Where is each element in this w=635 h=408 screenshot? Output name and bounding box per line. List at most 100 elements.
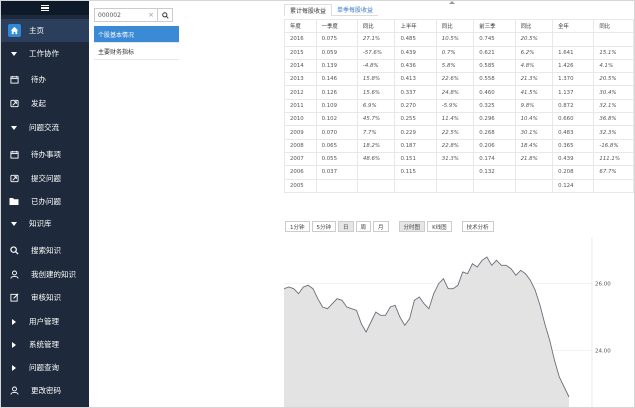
table-cell: 7.7%: [356, 125, 396, 140]
sidebar-item[interactable]: 提交问题: [1, 167, 89, 190]
table-cell: 15.8%: [356, 72, 396, 87]
table-cell: 22.6%: [435, 72, 475, 87]
app-window: 主页 工作协作待办 发起 问题交流待办事项提交问题已办问题 知识库搜索知识 我创建的知识审…: [0, 0, 635, 408]
table-cell: 15.1%: [593, 45, 634, 60]
sidebar-item-label: 提交问题: [31, 174, 61, 183]
home-icon: [5, 24, 23, 37]
triangle-down-icon: [5, 51, 23, 56]
sidebar-item[interactable]: 我创建的知识: [1, 263, 89, 286]
sidebar-item[interactable]: 系统管理: [1, 333, 89, 356]
table-cell: 0.126: [315, 85, 358, 100]
period-week-button[interactable]: 周: [355, 221, 372, 232]
table-cell: 0.621: [473, 45, 516, 60]
table-cell: 0.439: [394, 45, 437, 60]
table-cell: 0.206: [473, 138, 516, 153]
sidebar-item[interactable]: 问题交流: [1, 116, 89, 139]
table-row: 2008 0.065 18.2% 0.187 22.8% 0.206 18.4% 0.365-…: [284, 138, 634, 153]
sidebar-item[interactable]: 主页: [1, 19, 89, 42]
view-intraday-button[interactable]: 分时图: [398, 221, 426, 232]
table-header: 上半年: [394, 18, 437, 34]
table-cell: [593, 178, 634, 193]
sidebar-item[interactable]: 发起: [1, 92, 89, 115]
sidebar-item-label: 问题查询: [29, 363, 59, 372]
price-area: [284, 257, 569, 407]
stock-menu: 个股基本情况 主要财务指标: [94, 26, 179, 60]
edit-icon: [5, 293, 23, 302]
table-cell: 2006: [284, 165, 317, 180]
table-cell: [552, 32, 595, 47]
sidebar-toggle[interactable]: [1, 1, 89, 15]
table-cell: 0.872: [552, 98, 595, 114]
period-day-button[interactable]: 日: [338, 221, 354, 232]
table-cell: [514, 178, 554, 193]
stock-menu-financial[interactable]: 主要财务指标: [94, 43, 179, 60]
table-cell: 21.8%: [514, 151, 554, 167]
table-cell: 36.8%: [593, 112, 634, 127]
clear-icon[interactable]: ×: [148, 11, 154, 19]
sidebar-item[interactable]: 审核知识: [1, 286, 89, 309]
table-cell: 0.132: [473, 165, 516, 180]
folder-icon: [5, 197, 23, 206]
table-cell: 0.460: [473, 85, 516, 100]
sidebar-item[interactable]: 工作协作: [1, 42, 89, 65]
triangle-right-icon: [5, 318, 23, 325]
table-cell: 0.146: [315, 72, 358, 87]
table-cell: 0.055: [315, 151, 358, 167]
search-button[interactable]: [158, 8, 173, 22]
table-cell: 30.4%: [593, 85, 634, 100]
table-cell: 0.070: [315, 125, 358, 140]
table-cell: 15.6%: [356, 85, 396, 100]
stock-menu-basic-info[interactable]: 个股基本情况: [94, 26, 179, 43]
period-month-button[interactable]: 月: [373, 221, 389, 232]
sidebar-item[interactable]: 待办: [1, 68, 89, 91]
table-cell: 2010: [284, 112, 317, 127]
table-cell: [435, 178, 475, 193]
sidebar-item[interactable]: 知识库: [1, 212, 89, 235]
scroll-up-icon[interactable]: [449, 1, 455, 4]
table-cell: 0.115: [394, 165, 437, 180]
table-cell: [356, 178, 396, 193]
technical-analysis-button[interactable]: 技术分析: [461, 221, 494, 232]
table-cell: 6.9%: [356, 98, 396, 114]
eps-tabs: 累计每股收益 单季每股收益: [284, 4, 379, 16]
tab-quarterly-eps[interactable]: 单季每股收益: [332, 4, 379, 16]
table-header: 同比: [435, 18, 475, 34]
period-5min-button[interactable]: 5分钟: [311, 221, 336, 232]
period-1min-button[interactable]: 1分钟: [285, 221, 310, 232]
table-cell: -5.9%: [435, 98, 475, 114]
sidebar-item[interactable]: 问题查询: [1, 356, 89, 379]
sidebar-item[interactable]: 更改密码: [1, 379, 89, 402]
table-cell: 0.436: [394, 58, 437, 74]
price-chart: 26.00 24.00: [284, 237, 611, 407]
view-kline-button[interactable]: K线图: [427, 221, 452, 232]
sidebar-item[interactable]: 用户管理: [1, 310, 89, 333]
sidebar-item[interactable]: 待办事项: [1, 143, 89, 166]
table-cell: [356, 165, 396, 180]
table-cell: 0.439: [552, 151, 595, 167]
table-cell: 0.660: [552, 112, 595, 127]
sidebar-item[interactable]: 搜索知识: [1, 239, 89, 262]
sidebar-item-label: 系统管理: [29, 340, 59, 349]
table-header: 同比: [356, 18, 396, 34]
table-cell: 0.124: [552, 178, 595, 193]
table-cell: 18.2%: [356, 138, 396, 153]
sidebar-item[interactable]: 已办问题: [1, 190, 89, 213]
table-cell: 0.187: [394, 138, 437, 153]
table-cell: 9.8%: [514, 98, 554, 114]
table-cell: 0.139: [315, 58, 358, 74]
table-cell: 22.5%: [435, 125, 475, 140]
table-cell: 41.5%: [514, 85, 554, 100]
y-tick-label: 24.00: [595, 348, 611, 354]
table-cell: 20.5%: [514, 32, 554, 47]
search-input[interactable]: 000002 ×: [94, 8, 158, 22]
tab-cumulative-eps[interactable]: 累计每股收益: [284, 4, 333, 16]
sidebar-item-label: 更改密码: [31, 386, 61, 395]
table-cell: 31.3%: [435, 151, 475, 167]
table-cell: 67.7%: [593, 165, 634, 180]
send-icon: [5, 174, 23, 183]
eps-table: 年度 一季度 同比 上半年 同比 前三季 同比 全年 同比 2016 0.075 27.1% 0.48…: [284, 18, 634, 193]
table-row: 2014 0.139 -4.8% 0.436 5.8% 0.585 4.8% 1.426 4.1…: [284, 58, 634, 74]
table-cell: 0.268: [473, 125, 516, 140]
table-row: 2012 0.126 15.6% 0.337 24.8% 0.460 41.5% 1.137 3…: [284, 85, 634, 100]
table-cell: 21.3%: [514, 72, 554, 87]
